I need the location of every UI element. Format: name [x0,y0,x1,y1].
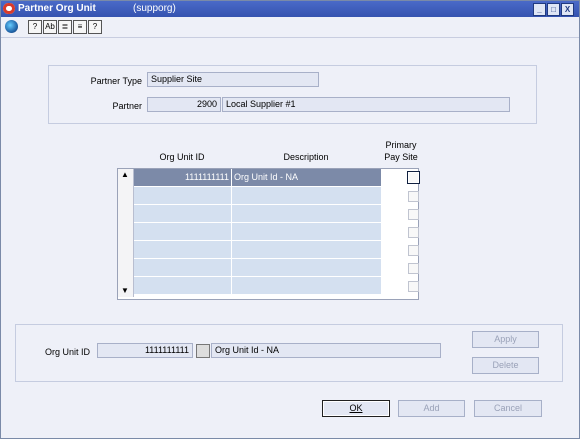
globe-icon[interactable] [5,20,18,33]
add-button[interactable]: Add [398,400,465,417]
org-unit-id-cell[interactable] [134,205,232,223]
help-icon[interactable]: ? [28,20,42,34]
title-bar: Partner Org Unit (supporg) _ □ X [1,1,579,17]
primary-pay-site-checkbox[interactable] [408,227,419,238]
clipboard-icon[interactable]: ≣ [58,20,72,34]
apply-button[interactable]: Apply [472,331,539,348]
partner-org-unit-window: Partner Org Unit (supporg) _ □ X ? Ab ≣ … [0,0,580,439]
minimize-button[interactable]: _ [533,3,546,16]
detail-panel: Org Unit ID 1111111111 Org Unit Id - NA … [15,324,563,382]
table-row[interactable]: 1111111111 Org Unit Id - NA [134,169,420,187]
list-of-values-icon[interactable] [196,344,210,358]
partner-label: Partner [112,101,142,111]
org-unit-id-cell[interactable] [134,259,232,277]
ok-label: OK [349,403,363,413]
description-cell[interactable] [232,241,382,259]
primary-pay-site-checkbox[interactable] [408,209,419,220]
table-row[interactable] [134,241,419,259]
grid-scrollbar[interactable]: ▲ ▼ [118,169,134,297]
toolbar: ? Ab ≣ ≡ ? [1,17,579,38]
org-unit-grid: ▲ ▼ 1111111111 Org Unit Id - NA [117,168,420,300]
partner-type-label: Partner Type [90,76,142,86]
org-unit-id-cell[interactable] [134,223,232,241]
description-cell[interactable] [232,187,382,205]
description-cell[interactable] [232,223,382,241]
primary-pay-site-header: Primary Pay Site [384,140,418,162]
description-cell[interactable] [232,259,382,277]
window-title: Partner Org Unit [18,3,96,14]
table-row[interactable] [134,223,419,241]
primary-pay-site-checkbox[interactable] [407,171,420,184]
delete-button[interactable]: Delete [472,357,539,374]
description-cell[interactable]: Org Unit Id - NA [232,169,382,187]
org-unit-description-field: Org Unit Id - NA [211,343,441,358]
scroll-down-icon[interactable]: ▼ [121,286,129,295]
window-subtitle: (supporg) [133,3,176,14]
org-unit-id-cell[interactable] [134,241,232,259]
table-row[interactable] [134,187,419,205]
primary-pay-site-checkbox[interactable] [408,191,419,202]
cancel-button[interactable]: Cancel [474,400,542,417]
maximize-button[interactable]: □ [547,3,560,16]
oracle-logo-icon [3,3,15,14]
partner-type-field[interactable]: Supplier Site [147,72,319,87]
org-unit-id-cell[interactable] [134,277,232,295]
notes-icon[interactable]: ≡ [73,20,87,34]
primary-pay-site-checkbox[interactable] [408,263,419,274]
spellcheck-icon[interactable]: Ab [43,20,57,34]
close-button[interactable]: X [561,3,574,16]
table-row[interactable] [134,277,419,295]
table-row[interactable] [134,259,419,277]
table-row[interactable] [134,205,419,223]
partner-id-field[interactable]: 2900 [147,97,221,112]
description-cell[interactable] [232,205,382,223]
primary-pay-site-checkbox[interactable] [408,245,419,256]
org-unit-id-label: Org Unit ID [44,347,90,357]
primary-pay-site-checkbox[interactable] [408,281,419,292]
org-unit-id-field[interactable]: 1111111111 [97,343,193,358]
org-unit-id-cell[interactable] [134,187,232,205]
org-unit-id-cell[interactable]: 1111111111 [134,169,232,187]
scroll-up-icon[interactable]: ▲ [121,170,129,179]
org-unit-id-header: Org Unit ID [159,152,205,162]
help-topics-icon[interactable]: ? [88,20,102,34]
partner-name-field: Local Supplier #1 [222,97,510,112]
description-header: Description [283,152,329,162]
ok-button[interactable]: OK [322,400,390,417]
partner-panel: Partner Type Supplier Site Partner 2900 … [48,65,537,124]
description-cell[interactable] [232,277,382,295]
